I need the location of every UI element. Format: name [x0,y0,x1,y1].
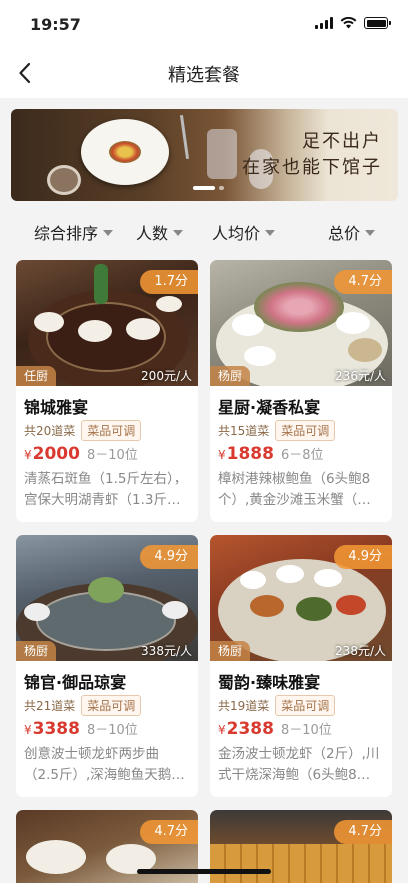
seat-range: 8－10位 [280,723,332,738]
fork-image [179,115,190,159]
dish-count: 共19道菜 [218,699,270,713]
banner-line-2: 在家也能下馆子 [242,157,382,178]
total-price: 1888 [226,444,274,464]
adjustable-tag: 菜品可调 [81,420,142,441]
status-time: 19:57 [30,15,81,34]
dish-count: 共20道菜 [24,424,76,438]
rating-badge: 4.9分 [334,545,392,569]
filter-sort[interactable]: 综合排序 [34,220,114,244]
dish-list: 创意波士顿龙虾两步曲（2.5斤）,深海鲍鱼天鹅… [24,746,185,783]
rating-badge: 4.7分 [334,820,392,844]
adjustable-tag: 菜品可调 [81,695,142,716]
caret-down-icon [103,230,114,236]
filter-label: 综合排序 [34,224,99,243]
total-price: 3388 [32,719,80,739]
banner-pagination [193,186,224,190]
chef-badge: 任厨 [16,366,57,386]
page-title: 精选套餐 [168,65,240,86]
meal-photo: 4.9分 杨厨 238元/人 [210,535,392,661]
per-person-price: 236元/人 [335,369,386,383]
adjustable-tag: 菜品可调 [275,420,336,441]
filter-total-price[interactable]: 总价 [328,220,376,244]
seat-range: 8－10位 [86,448,138,463]
banner-line-1: 足不出户 [302,131,382,152]
filter-people[interactable]: 人数 [136,220,184,244]
battery-icon [364,17,391,29]
chef-badge: 杨厨 [210,366,251,386]
set-meal-card[interactable]: 4.9分 杨厨 338元/人 锦官·御品琼宴 共21道菜 菜品可调 ¥ 3388… [16,535,198,797]
meal-name: 锦官·御品琼宴 [24,673,127,692]
total-price: 2000 [32,444,80,464]
dish-count: 共21道菜 [24,699,76,713]
seat-range: 8－10位 [86,723,138,738]
meal-name: 星厨·凝香私宴 [218,398,321,417]
adjustable-tag: 菜品可调 [275,695,336,716]
chef-badge: 杨厨 [16,641,57,661]
chef-badge: 杨厨 [210,641,251,661]
currency-symbol: ¥ [218,448,226,462]
glass-image [207,129,237,179]
set-meal-card[interactable]: 4.7分 杨厨 236元/人 星厨·凝香私宴 共15道菜 菜品可调 ¥ 1888… [210,260,392,522]
meal-photo: 4.7分 杨厨 236元/人 [210,260,392,386]
filter-per-person-price[interactable]: 人均价 [212,220,276,244]
banner-slogan: 足不出户 在家也能下馆子 [242,129,382,181]
meal-photo: 4.9分 杨厨 338元/人 [16,535,198,661]
caret-down-icon [365,230,376,236]
meal-name: 锦城雅宴 [24,398,89,417]
set-meal-card[interactable]: 4.9分 杨厨 238元/人 蜀韵·臻味雅宴 共19道菜 菜品可调 ¥ 2388… [210,535,392,797]
filter-label: 人均价 [212,224,261,243]
currency-symbol: ¥ [218,723,226,737]
cellular-signal-icon [315,17,333,29]
coffee-cup-image [47,165,81,195]
filter-bar: 综合排序 人数 人均价 总价 [0,212,408,252]
currency-symbol: ¥ [24,448,32,462]
filter-label: 人数 [136,224,169,243]
rating-badge: 4.7分 [140,820,198,844]
total-price: 2388 [226,719,274,739]
meal-name: 蜀韵·臻味雅宴 [218,673,321,692]
dish-count: 共15道菜 [218,424,270,438]
caret-down-icon [265,230,276,236]
currency-symbol: ¥ [24,723,32,737]
per-person-price: 238元/人 [335,644,386,658]
dish-list: 金汤波士顿龙虾（2斤）,川式干烧深海鲍（6头鲍8… [218,746,380,783]
seat-range: 6－8位 [280,448,324,463]
status-bar: 19:57 [0,0,408,48]
filter-label: 总价 [328,224,361,243]
dish-plate-image [81,119,169,185]
home-indicator [137,869,271,874]
dish-list: 樟树港辣椒鲍鱼（6头鲍8个）,黄金沙滩玉米蟹（… [218,471,371,508]
per-person-price: 200元/人 [141,369,192,383]
rating-badge: 4.7分 [334,270,392,294]
meal-photo: 1.7分 任厨 200元/人 [16,260,198,386]
set-meal-card[interactable]: 1.7分 任厨 200元/人 锦城雅宴 共20道菜 菜品可调 ¥ 2000 8－… [16,260,198,522]
per-person-price: 338元/人 [141,644,192,658]
caret-down-icon [173,230,184,236]
dish-list: 清蒸石斑鱼（1.5斤左右），宫保大明湖青虾（1.3斤… [24,471,188,508]
wifi-icon [340,17,357,29]
rating-badge: 1.7分 [140,270,198,294]
rating-badge: 4.9分 [140,545,198,569]
nav-bar: 精选套餐 [0,48,408,98]
